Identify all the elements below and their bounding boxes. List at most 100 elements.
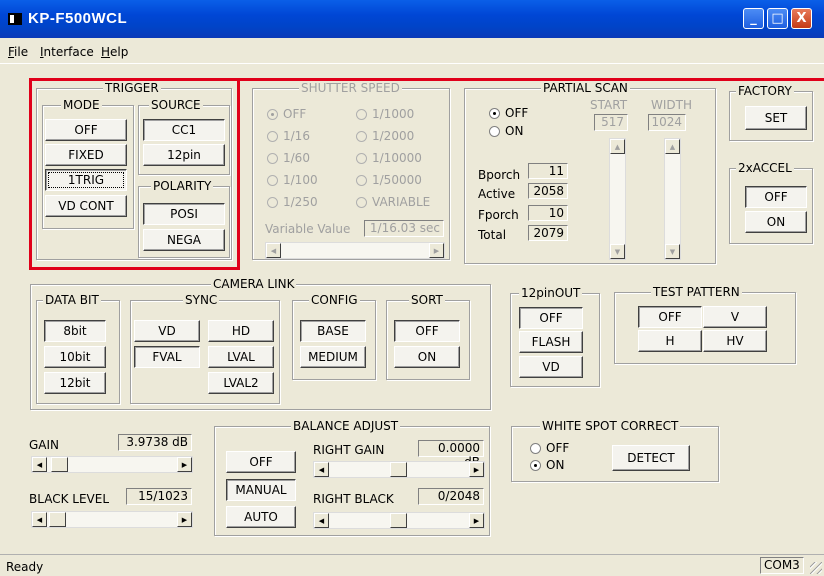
white-spot-radio-on[interactable]: ON <box>530 458 564 472</box>
camera-link-label: CAMERA LINK <box>211 277 297 291</box>
shutter-radio-1-16[interactable]: 1/16 <box>267 129 310 143</box>
black-level-slider-thumb[interactable] <box>49 512 67 527</box>
databit-12bit-button[interactable]: 12bit <box>44 372 106 394</box>
black-level-label: BLACK LEVEL <box>29 492 109 506</box>
test-pattern-hv-button[interactable]: HV <box>703 330 767 352</box>
shutter-radio-1-60[interactable]: 1/60 <box>267 151 310 165</box>
gain-slider-thumb[interactable] <box>50 457 68 472</box>
pinout-off-button[interactable]: OFF <box>519 307 583 329</box>
start-scrollbar[interactable]: ▲ ▼ <box>609 138 626 260</box>
app-icon <box>8 13 22 25</box>
scroll-left-icon[interactable]: ◀ <box>32 512 47 527</box>
menu-bar: File Interface Help <box>0 38 824 64</box>
balance-auto-button[interactable]: AUTO <box>226 506 296 528</box>
width-scrollbar[interactable]: ▲ ▼ <box>664 138 681 260</box>
databit-10bit-button[interactable]: 10bit <box>44 346 106 368</box>
accel-on-button[interactable]: ON <box>745 211 807 233</box>
factory-label: FACTORY <box>736 84 794 98</box>
partial-radio-on[interactable]: ON <box>489 124 523 138</box>
sync-vd-button[interactable]: VD <box>134 320 200 342</box>
factory-set-button[interactable]: SET <box>745 106 807 130</box>
active-label: Active <box>478 187 516 201</box>
status-bar: Ready COM3 <box>0 554 824 576</box>
config-medium-button[interactable]: MEDIUM <box>300 346 366 368</box>
test-pattern-v-button[interactable]: V <box>703 306 767 328</box>
app-window: KP-F500WCL _ □ X File Interface Help TRI… <box>0 0 824 576</box>
right-black-value: 0/2048 <box>418 488 484 505</box>
gain-slider[interactable]: ◀ ▶ <box>31 456 193 473</box>
minimize-icon: _ <box>750 11 757 26</box>
sort-off-button[interactable]: OFF <box>394 320 460 342</box>
shutter-radio-1-50000[interactable]: 1/50000 <box>356 173 422 187</box>
detect-button[interactable]: DETECT <box>612 445 690 471</box>
accel-off-button[interactable]: OFF <box>745 186 807 208</box>
shutter-radio-1-10000[interactable]: 1/10000 <box>356 151 422 165</box>
shutter-scrollbar[interactable]: ◀ ▶ <box>265 242 445 259</box>
menu-interface[interactable]: Interface <box>40 45 94 59</box>
databit-label: DATA BIT <box>43 293 101 307</box>
scroll-right-icon[interactable]: ▶ <box>177 512 192 527</box>
right-gain-slider[interactable]: ◀ ▶ <box>313 461 485 478</box>
sort-on-button[interactable]: ON <box>394 346 460 368</box>
shutter-radio-variable[interactable]: VARIABLE <box>356 195 430 209</box>
balance-adjust-label: BALANCE ADJUST <box>291 419 401 433</box>
right-black-slider-thumb[interactable] <box>390 513 407 528</box>
sync-lval-button[interactable]: LVAL <box>208 346 274 368</box>
test-pattern-off-button[interactable]: OFF <box>638 306 702 328</box>
minimize-button[interactable]: _ <box>743 8 764 29</box>
variable-value-label: Variable Value <box>265 222 351 236</box>
active-value: 2058 <box>528 183 568 199</box>
start-label: START <box>590 98 628 112</box>
scroll-right-icon[interactable]: ▶ <box>469 513 484 528</box>
scroll-down-icon[interactable]: ▼ <box>610 244 625 259</box>
partial-radio-off[interactable]: OFF <box>489 106 528 120</box>
total-label: Total <box>478 228 507 242</box>
maximize-button[interactable]: □ <box>767 8 788 29</box>
width-value: 1024 <box>648 114 686 131</box>
scroll-up-icon[interactable]: ▲ <box>665 139 680 154</box>
shutter-radio-1-100[interactable]: 1/100 <box>267 173 318 187</box>
white-spot-label: WHITE SPOT CORRECT <box>540 419 681 433</box>
scroll-left-icon[interactable]: ◀ <box>314 513 329 528</box>
menu-help[interactable]: Help <box>101 45 128 59</box>
shutter-radio-1-250[interactable]: 1/250 <box>267 195 318 209</box>
scroll-left-icon[interactable]: ◀ <box>314 462 329 477</box>
scroll-down-icon[interactable]: ▼ <box>665 244 680 259</box>
scroll-right-icon[interactable]: ▶ <box>177 457 192 472</box>
scroll-up-icon[interactable]: ▲ <box>610 139 625 154</box>
scroll-left-icon[interactable]: ◀ <box>266 243 281 258</box>
red-highlight-box <box>29 78 240 270</box>
black-level-slider[interactable]: ◀ ▶ <box>31 511 193 528</box>
pinout-vd-button[interactable]: VD <box>519 356 583 378</box>
close-icon: X <box>796 11 807 26</box>
variable-value-field: 1/16.03 sec <box>364 220 444 237</box>
right-gain-value: 0.0000 dB <box>418 440 484 469</box>
databit-8bit-button[interactable]: 8bit <box>44 320 106 342</box>
shutter-radio-off[interactable]: OFF <box>267 107 306 121</box>
white-spot-radio-off[interactable]: OFF <box>530 441 569 455</box>
balance-manual-button[interactable]: MANUAL <box>226 479 296 501</box>
total-value: 2079 <box>528 225 568 241</box>
balance-off-button[interactable]: OFF <box>226 451 296 473</box>
scroll-left-icon[interactable]: ◀ <box>32 457 47 472</box>
right-black-slider[interactable]: ◀ ▶ <box>313 512 485 529</box>
menu-file[interactable]: File <box>8 45 28 59</box>
scroll-right-icon[interactable]: ▶ <box>429 243 444 258</box>
sync-lval2-button[interactable]: LVAL2 <box>208 372 274 394</box>
pinout-flash-button[interactable]: FLASH <box>519 331 583 353</box>
sync-hd-button[interactable]: HD <box>208 320 274 342</box>
shutter-radio-1-2000[interactable]: 1/2000 <box>356 129 414 143</box>
shutter-radio-1-1000[interactable]: 1/1000 <box>356 107 414 121</box>
test-pattern-h-button[interactable]: H <box>638 330 702 352</box>
config-base-button[interactable]: BASE <box>300 320 366 342</box>
shutter-label: SHUTTER SPEED <box>299 81 402 95</box>
partial-scan-label: PARTIAL SCAN <box>541 81 630 95</box>
right-gain-slider-thumb[interactable] <box>390 462 407 477</box>
sync-fval-button[interactable]: FVAL <box>134 346 200 368</box>
right-black-label: RIGHT BLACK <box>313 492 394 506</box>
close-button[interactable]: X <box>791 8 812 29</box>
title-bar[interactable]: KP-F500WCL _ □ X <box>0 0 824 38</box>
scroll-right-icon[interactable]: ▶ <box>469 462 484 477</box>
window-title: KP-F500WCL <box>28 10 128 27</box>
resize-grip-icon[interactable] <box>810 562 822 574</box>
